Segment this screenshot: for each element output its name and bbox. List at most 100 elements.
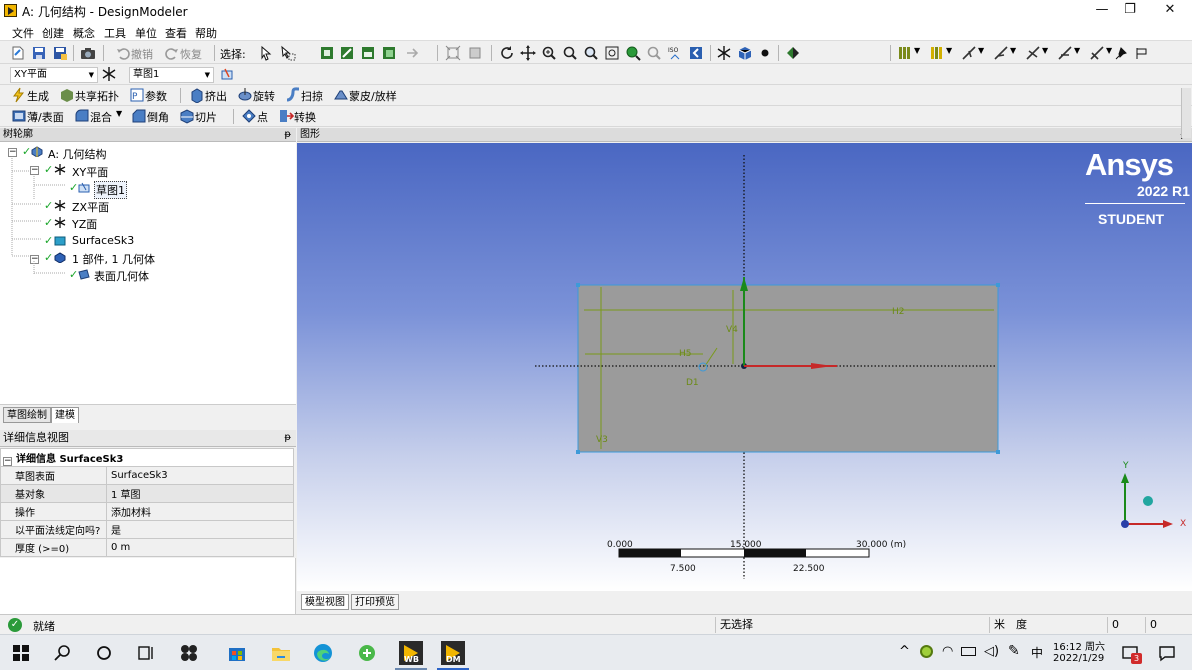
sweep-button[interactable]: 扫掠: [301, 88, 323, 104]
green-app-icon[interactable]: [356, 642, 378, 664]
display-edges-icon[interactable]: [929, 45, 945, 61]
graphics-viewport[interactable]: Ansys 2022 R1 STUDENT H2 V4 H5 D1 V3 0.0…: [297, 143, 1192, 591]
tree-collapse-toggle[interactable]: −: [30, 166, 39, 175]
magnifier-green-icon[interactable]: [625, 45, 641, 61]
convert-button[interactable]: 转换: [294, 109, 316, 125]
tree-collapse-toggle[interactable]: −: [8, 148, 17, 157]
flag-icon[interactable]: [1134, 45, 1150, 61]
edge-direction-icon[interactable]: [993, 45, 1009, 61]
plane-dropdown[interactable]: XY平面: [10, 67, 98, 83]
point-icon[interactable]: [241, 108, 257, 124]
detail-value[interactable]: 是: [106, 520, 294, 539]
menu-concept[interactable]: 概念: [73, 25, 95, 41]
wifi-icon[interactable]: ◠: [942, 644, 953, 659]
share-topology-button[interactable]: 共享拓扑: [75, 88, 119, 104]
clock-time[interactable]: 16:12 周六: [1053, 638, 1105, 653]
pin-view-icon[interactable]: [1113, 45, 1129, 61]
menu-file[interactable]: 文件: [12, 25, 34, 41]
screenshot-icon[interactable]: [80, 45, 96, 61]
slice-button[interactable]: 切片: [195, 109, 217, 125]
redo-icon[interactable]: [164, 45, 180, 61]
extend-selection-icon[interactable]: [405, 45, 421, 61]
share-topology-icon[interactable]: [59, 87, 75, 103]
tree-collapse-toggle[interactable]: −: [30, 255, 39, 264]
display-plane-icon[interactable]: [716, 45, 732, 61]
tree-item-yz-plane[interactable]: YZ面: [72, 216, 97, 232]
ime-indicator[interactable]: 中: [1031, 644, 1043, 661]
skin-loft-button[interactable]: 蒙皮/放样: [349, 88, 397, 104]
tree-item-zx-plane[interactable]: ZX平面: [72, 199, 109, 215]
parameters-icon[interactable]: P: [129, 87, 145, 103]
app-pinwheel-icon[interactable]: [178, 642, 200, 664]
box-select-icon[interactable]: [280, 45, 296, 61]
tray-app-icon[interactable]: [920, 645, 933, 658]
details-pin-icon[interactable]: ᵽ: [284, 430, 291, 445]
tab-print-preview[interactable]: 打印预览: [351, 594, 399, 610]
clock-date[interactable]: 2022/1/29: [1053, 653, 1104, 664]
face-color-icon[interactable]: [897, 45, 913, 61]
menu-tools[interactable]: 工具: [104, 25, 126, 41]
tray-expand-icon[interactable]: ^: [899, 644, 910, 659]
pan-icon[interactable]: [520, 45, 536, 61]
tree-item-surface-body[interactable]: 表面几何体: [94, 268, 149, 284]
tab-modeling[interactable]: 建模: [51, 407, 79, 423]
line-display-icon[interactable]: [1057, 45, 1073, 61]
select-vertex-icon[interactable]: [319, 45, 335, 61]
toolbar-scroll-handle[interactable]: [1181, 88, 1191, 138]
action-center-icon[interactable]: [1156, 642, 1178, 664]
search-icon[interactable]: [52, 642, 74, 664]
isometric-view-icon[interactable]: ISO: [667, 45, 683, 61]
details-collapse-toggle[interactable]: −: [3, 457, 12, 466]
edge-browser-icon[interactable]: [312, 642, 334, 664]
zoom-fit-icon[interactable]: [445, 45, 461, 61]
tab-sketching[interactable]: 草图绘制: [3, 407, 51, 423]
detail-value[interactable]: 1 草图: [106, 484, 294, 503]
pen-icon[interactable]: ✎: [1008, 643, 1020, 659]
previous-view-icon[interactable]: [688, 45, 704, 61]
tree-item-xy-plane[interactable]: XY平面: [72, 164, 108, 180]
task-view-icon[interactable]: [135, 642, 157, 664]
zoom-icon[interactable]: [541, 45, 557, 61]
zoom-to-fit-icon[interactable]: [604, 45, 620, 61]
menu-create[interactable]: 创建: [42, 25, 64, 41]
undo-icon[interactable]: [115, 45, 131, 61]
undo-button[interactable]: 撤销: [131, 46, 153, 62]
workbench-taskbar-icon[interactable]: WB: [398, 640, 424, 666]
magnifier-gray-icon[interactable]: [646, 45, 662, 61]
menu-view[interactable]: 查看: [165, 25, 187, 41]
tree-item-surfacesk3[interactable]: SurfaceSk3: [72, 234, 134, 247]
tab-model-view[interactable]: 模型视图: [301, 594, 349, 610]
thin-surface-icon[interactable]: [11, 108, 27, 124]
sketch-dropdown[interactable]: 草图1: [129, 67, 214, 83]
rotate-icon[interactable]: [499, 45, 515, 61]
convert-icon[interactable]: [278, 108, 294, 124]
redo-button[interactable]: 恢复: [180, 46, 202, 62]
generate-button[interactable]: 生成: [27, 88, 49, 104]
cortana-icon[interactable]: [93, 642, 115, 664]
chamfer-button[interactable]: 倒角: [147, 109, 169, 125]
zoom-in-icon[interactable]: [562, 45, 578, 61]
edge-joins-icon[interactable]: [961, 45, 977, 61]
revolve-button[interactable]: 旋转: [253, 88, 275, 104]
tree-item-sketch1[interactable]: 草图1: [94, 181, 127, 199]
parameters-button[interactable]: 参数: [145, 88, 167, 104]
slice-icon[interactable]: [179, 108, 195, 124]
volume-icon[interactable]: ◁): [984, 644, 999, 659]
close-button[interactable]: ✕: [1150, 0, 1190, 22]
battery-icon[interactable]: [961, 647, 976, 656]
new-plane-icon[interactable]: [101, 66, 117, 82]
designmodeler-taskbar-icon[interactable]: DM: [440, 640, 466, 666]
box-zoom-icon[interactable]: [467, 45, 483, 61]
store-icon[interactable]: [226, 642, 248, 664]
generate-icon[interactable]: [11, 87, 27, 103]
vertex-display-icon[interactable]: [1025, 45, 1041, 61]
zoom-box-icon[interactable]: [583, 45, 599, 61]
thin-surface-button[interactable]: 薄/表面: [27, 109, 64, 125]
restore-button[interactable]: ❐: [1110, 0, 1150, 22]
tree-item-geometry[interactable]: A: 几何结构: [48, 146, 107, 162]
save-icon[interactable]: [31, 45, 47, 61]
cross-section-icon[interactable]: [1089, 45, 1105, 61]
detail-value[interactable]: SurfaceSk3: [106, 466, 294, 485]
tree-item-parts[interactable]: 1 部件, 1 几何体: [72, 251, 155, 267]
extrude-button[interactable]: 挤出: [205, 88, 227, 104]
